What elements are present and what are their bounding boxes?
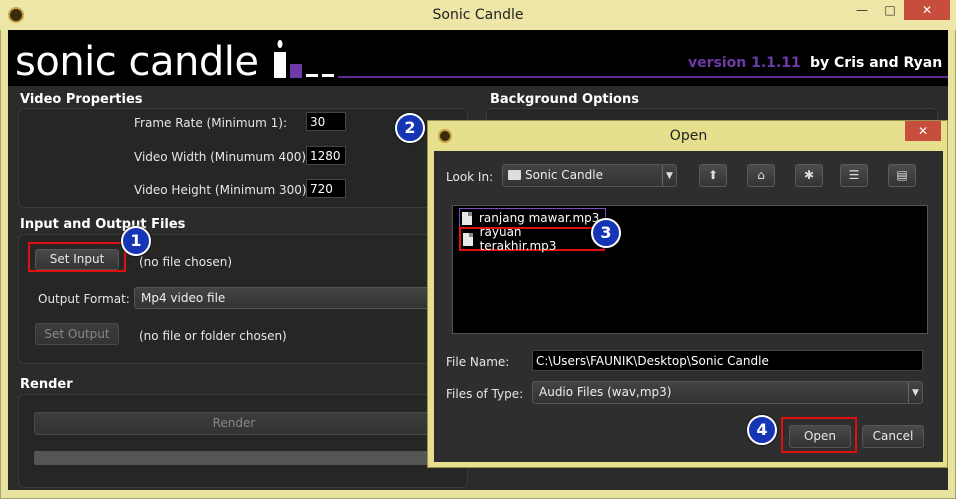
file-name-input[interactable]: C:\Users\FAUNIK\Desktop\Sonic Candle (532, 350, 923, 371)
chevron-down-icon: ▼ (908, 382, 922, 403)
dialog-close-button[interactable]: ✕ (905, 121, 941, 141)
step-3-badge: 3 (591, 218, 621, 248)
version-label: version 1.1.11 (688, 55, 801, 71)
input-status-label: (no file chosen) (139, 255, 232, 269)
files-of-type-value: Audio Files (wav,mp3) (539, 385, 672, 399)
minimize-button[interactable]: — (848, 0, 876, 20)
chevron-down-icon: ▼ (662, 165, 676, 186)
render-panel (18, 394, 468, 488)
details-view-icon: ▤ (896, 168, 908, 182)
logo-text: sonic candle (15, 39, 259, 85)
files-of-type-select[interactable]: Audio Files (wav,mp3) ▼ (532, 381, 923, 404)
window-title: Sonic Candle (432, 7, 524, 23)
video-height-label: Video Height (Minimum 300): (134, 183, 311, 197)
title-bar[interactable]: Sonic Candle — □ ✕ (0, 0, 956, 30)
step-4-badge: 4 (747, 415, 777, 445)
output-format-select[interactable]: Mp4 video file (134, 287, 434, 309)
dialog-title: Open (669, 128, 708, 144)
set-output-button[interactable]: Set Output (35, 323, 119, 345)
file-name: ranjang mawar.mp3 (479, 211, 600, 225)
maximize-button[interactable]: □ (876, 0, 904, 20)
frame-rate-input[interactable]: 30 (306, 112, 346, 131)
video-properties-title: Video Properties (20, 92, 143, 107)
home-icon: ⌂ (757, 168, 765, 182)
look-in-value: Sonic Candle (525, 168, 603, 182)
background-options-title: Background Options (490, 92, 639, 107)
app-header: sonic candle version 1.1.11 by Cris and … (8, 30, 948, 86)
list-view-icon: ☰ (848, 168, 860, 182)
output-format-label: Output Format: (38, 292, 130, 306)
open-dialog: Open ✕ Look In: Sonic Candle ▼ ⬆ ⌂ ✱ ☰ ▤… (427, 120, 948, 468)
look-in-select[interactable]: Sonic Candle ▼ (502, 164, 677, 187)
frame-rate-label: Frame Rate (Minimum 1): (134, 116, 287, 130)
video-width-label: Video Width (Minumum 400): (134, 150, 311, 164)
new-folder-icon: ✱ (803, 168, 815, 182)
cancel-button[interactable]: Cancel (862, 425, 924, 448)
file-icon (462, 211, 472, 225)
step-1-badge: 1 (121, 226, 151, 256)
step-2-badge: 2 (395, 113, 425, 143)
list-item[interactable]: rayuan terakhir.mp3 (459, 225, 605, 253)
up-folder-button[interactable]: ⬆ (699, 164, 727, 187)
files-of-type-label: Files of Type: (446, 387, 524, 401)
render-button[interactable]: Render (34, 412, 434, 435)
list-view-button[interactable]: ☰ (840, 164, 868, 187)
file-icon (463, 232, 473, 246)
set-input-button[interactable]: Set Input (35, 249, 119, 270)
new-folder-button[interactable]: ✱ (795, 164, 823, 187)
file-list[interactable]: ranjang mawar.mp3 rayuan terakhir.mp3 (452, 205, 928, 334)
header-divider (338, 76, 948, 78)
render-title: Render (20, 377, 73, 392)
io-files-title: Input and Output Files (20, 217, 186, 232)
video-height-input[interactable]: 720 (306, 179, 346, 198)
home-button[interactable]: ⌂ (747, 164, 775, 187)
up-folder-icon: ⬆ (707, 168, 719, 182)
credits-label: by Cris and Ryan (810, 55, 943, 71)
file-name: rayuan terakhir.mp3 (479, 225, 557, 253)
close-button[interactable]: ✕ (904, 0, 950, 20)
open-button[interactable]: Open (789, 425, 851, 448)
folder-icon (508, 170, 521, 180)
video-width-input[interactable]: 1280 (306, 146, 346, 165)
details-view-button[interactable]: ▤ (888, 164, 916, 187)
dialog-body: Look In: Sonic Candle ▼ ⬆ ⌂ ✱ ☰ ▤ ranjan… (434, 151, 943, 462)
file-name-label: File Name: (446, 355, 510, 369)
render-progress-bar (34, 451, 434, 465)
look-in-label: Look In: (446, 170, 494, 184)
output-status-label: (no file or folder chosen) (139, 329, 287, 343)
output-format-value: Mp4 video file (141, 291, 226, 305)
candle-logo-icon (274, 40, 334, 78)
